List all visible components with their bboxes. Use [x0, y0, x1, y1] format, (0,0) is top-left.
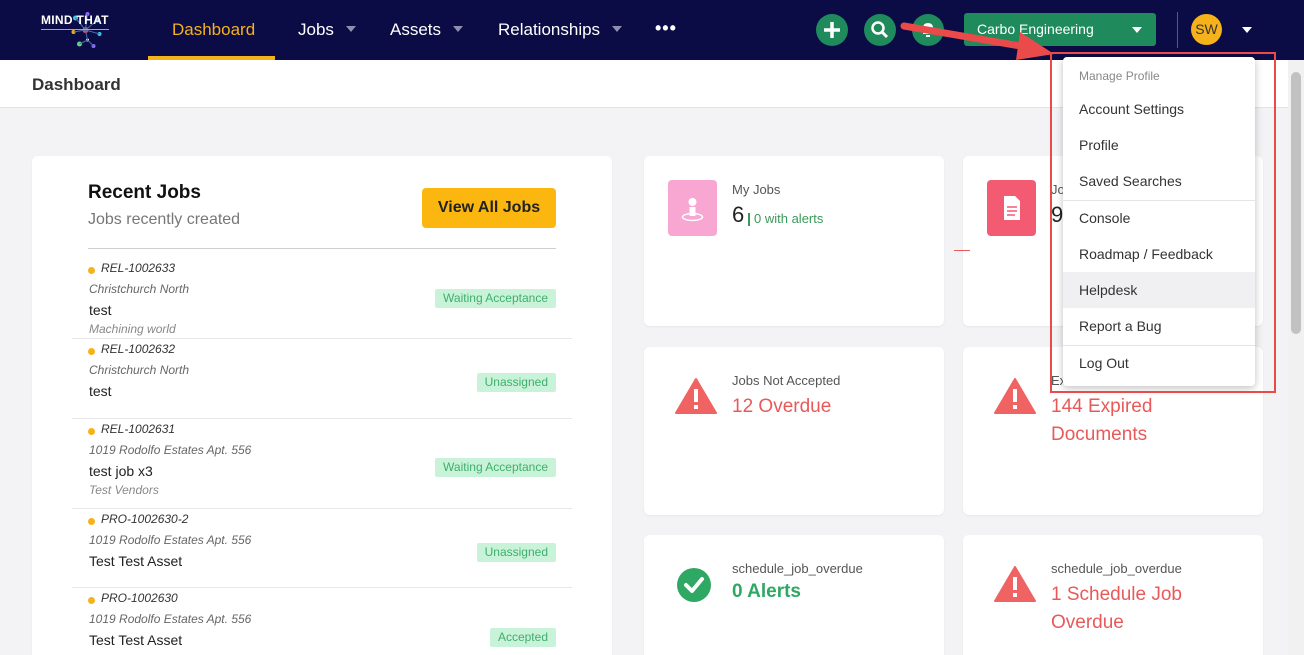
stat-label: Jobs Not Accepted [732, 373, 841, 388]
job-code[interactable]: REL-1002632 [101, 342, 175, 356]
status-dot [88, 518, 95, 525]
job-code[interactable]: REL-1002631 [101, 422, 175, 436]
job-name: Test Test Asset [89, 632, 183, 648]
nav-jobs-label: Jobs [298, 20, 334, 39]
recent-jobs-title: Recent Jobs [88, 182, 201, 203]
stat-label: schedule_job_overdue [732, 561, 863, 576]
job-vendor: Machining world [89, 322, 176, 336]
chevron-down-icon [453, 25, 464, 32]
alerts-count: 0 with alerts [747, 211, 824, 226]
job-row[interactable]: REL-1002631 1019 Rodolfo Estates Apt. 55… [72, 419, 572, 509]
top-navbar: MIND THAT Dashboard Jobs Assets Relation… [0, 0, 1304, 60]
job-location: 1019 Rodolfo Estates Apt. 556 [89, 533, 252, 547]
nav-dashboard-label: Dashboard [172, 20, 256, 39]
job-location: 1019 Rodolfo Estates Apt. 556 [89, 612, 252, 626]
stat-value: 6 [732, 202, 745, 227]
status-badge: Unassigned [476, 543, 556, 562]
job-name: test [89, 302, 112, 318]
check-circle-icon [677, 568, 711, 602]
schedule-job-overdue-card[interactable]: schedule_job_overdue 0 Alerts [644, 535, 944, 655]
annotation-arrow-icon [900, 22, 1054, 60]
document-icon [987, 180, 1036, 236]
stat-value: 0 Alerts [732, 581, 801, 602]
more-menu-button[interactable]: ••• [655, 18, 677, 39]
status-dot [88, 428, 95, 435]
job-vendor: Test Vendors [89, 483, 159, 497]
nav-relationships[interactable]: Relationships [498, 0, 623, 60]
recent-jobs-subtitle: Jobs recently created [88, 211, 241, 228]
job-code[interactable]: PRO-1002630-2 [101, 512, 188, 526]
status-badge: Accepted [489, 628, 556, 647]
scrollbar-thumb[interactable] [1291, 72, 1301, 334]
view-all-jobs-button[interactable]: View All Jobs [422, 188, 556, 228]
job-name: Test Test Asset [89, 553, 183, 569]
brand-name: MIND THAT [41, 13, 109, 30]
nav-dashboard[interactable]: Dashboard [172, 0, 255, 60]
nav-divider [1177, 12, 1178, 48]
profile-menu-toggle-icon[interactable] [1242, 27, 1252, 33]
page-title: Dashboard [32, 75, 121, 94]
job-location: Christchurch North [89, 363, 190, 377]
divider [954, 250, 970, 251]
chevron-down-icon [345, 25, 356, 32]
warning-icon [994, 378, 1036, 414]
person-icon [668, 180, 717, 236]
stat-value: 144 Expired Documents [1051, 396, 1153, 445]
recent-jobs-card: Recent Jobs Jobs recently created View A… [32, 156, 612, 655]
add-button[interactable] [816, 14, 848, 46]
job-row[interactable]: REL-1002632 Christchurch North test Unas… [72, 339, 572, 419]
warning-icon [994, 566, 1036, 602]
job-row[interactable]: PRO-1002630 1019 Rodolfo Estates Apt. 55… [72, 588, 572, 655]
avatar[interactable]: SW [1191, 14, 1222, 45]
status-badge: Waiting Acceptance [435, 289, 556, 308]
plus-icon [824, 22, 840, 38]
stat-value: 1 Schedule Job Overdue [1051, 584, 1182, 633]
stat-label: schedule_job_overdue [1051, 561, 1182, 576]
jobs-not-accepted-card[interactable]: Jobs Not Accepted 12 Overdue [644, 347, 944, 515]
status-dot [88, 267, 95, 274]
schedule-job-overdue-card[interactable]: schedule_job_overdue 1 Schedule Job Over… [963, 535, 1263, 655]
nav-relationships-label: Relationships [498, 20, 601, 39]
my-jobs-card[interactable]: My Jobs 6 0 with alerts [644, 156, 944, 326]
nav-assets-label: Assets [390, 20, 442, 39]
chevron-down-icon [1132, 27, 1142, 33]
job-row[interactable]: PRO-1002630-2 1019 Rodolfo Estates Apt. … [72, 509, 572, 588]
stat-value: 12 Overdue [732, 396, 832, 417]
nav-assets[interactable]: Assets [390, 0, 464, 60]
job-location: Christchurch North [89, 282, 190, 296]
job-name: test [89, 383, 112, 399]
job-code[interactable]: REL-1002633 [101, 261, 175, 275]
status-badge: Unassigned [476, 373, 556, 392]
annotation-highlight-box [1050, 52, 1276, 393]
search-button[interactable] [864, 14, 896, 46]
stat-label: My Jobs [732, 182, 781, 197]
warning-icon [675, 378, 717, 414]
status-dot [88, 597, 95, 604]
nav-jobs[interactable]: Jobs [298, 0, 356, 60]
status-badge: Waiting Acceptance [435, 458, 556, 477]
job-row[interactable]: REL-1002633 Christchurch North test Mach… [72, 258, 572, 339]
status-dot [88, 348, 95, 355]
job-location: 1019 Rodolfo Estates Apt. 556 [89, 443, 252, 457]
search-icon [871, 21, 889, 39]
divider [88, 248, 556, 249]
chevron-down-icon [612, 25, 623, 32]
job-name: test job x3 [89, 463, 153, 479]
job-code[interactable]: PRO-1002630 [101, 591, 178, 605]
